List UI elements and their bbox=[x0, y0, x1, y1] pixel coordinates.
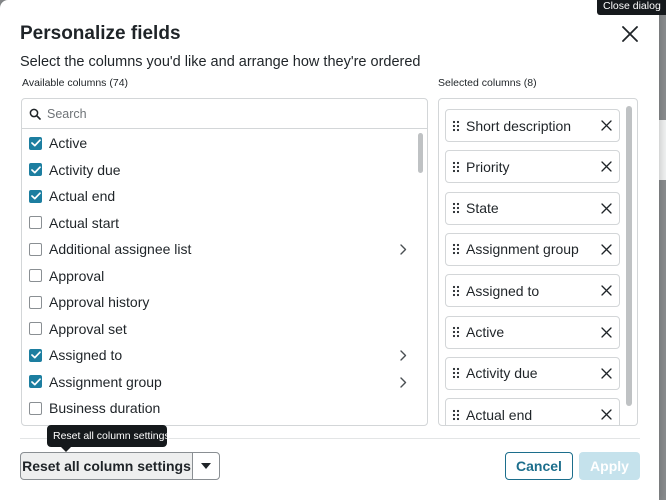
available-column-label: Approval history bbox=[49, 294, 150, 311]
dialog-title: Personalize fields bbox=[20, 23, 181, 44]
selected-column-chip[interactable]: Active bbox=[445, 315, 620, 349]
close-icon bbox=[622, 26, 638, 42]
remove-icon[interactable] bbox=[601, 326, 612, 338]
available-columns-label: Available columns (74) bbox=[22, 77, 129, 89]
reset-options-dropdown-button[interactable] bbox=[192, 452, 220, 480]
search-input[interactable] bbox=[47, 104, 407, 124]
selected-column-chip[interactable]: Assignment group bbox=[445, 232, 620, 266]
drag-handle-icon[interactable] bbox=[452, 120, 460, 132]
available-column-label: Actual end bbox=[49, 188, 116, 205]
selected-column-label: Assigned to bbox=[466, 282, 540, 299]
available-scrollbar[interactable] bbox=[417, 130, 425, 425]
selected-column-chip[interactable]: Activity due bbox=[445, 356, 620, 390]
selected-column-chip[interactable]: State bbox=[445, 191, 620, 225]
selected-column-label: Assignment group bbox=[466, 241, 579, 258]
selected-column-label: Active bbox=[466, 324, 505, 340]
drag-handle-icon[interactable] bbox=[452, 202, 460, 214]
available-column-label: Approval bbox=[49, 267, 105, 284]
chevron-right-icon[interactable] bbox=[398, 244, 408, 255]
checkbox-unchecked[interactable] bbox=[29, 216, 42, 230]
available-column-item[interactable]: Additional assignee list bbox=[22, 236, 414, 263]
available-column-item[interactable]: Approval bbox=[22, 263, 414, 290]
selected-column-label: Short description bbox=[466, 117, 572, 134]
available-column-item[interactable]: Active bbox=[22, 130, 414, 157]
reset-all-column-settings-button[interactable]: Reset all column settings bbox=[20, 452, 193, 480]
available-column-item[interactable]: Business duration bbox=[22, 395, 414, 422]
checkbox-unchecked[interactable] bbox=[29, 322, 42, 336]
remove-icon[interactable] bbox=[601, 202, 612, 214]
checkbox-unchecked[interactable] bbox=[29, 242, 42, 256]
drag-handle-icon[interactable] bbox=[452, 243, 460, 255]
selected-columns-label: Selected columns (8) bbox=[438, 77, 537, 89]
remove-icon[interactable] bbox=[601, 285, 612, 296]
remove-icon[interactable] bbox=[601, 409, 612, 420]
cancel-button[interactable]: Cancel bbox=[505, 452, 573, 480]
available-scrollbar-thumb[interactable] bbox=[418, 133, 423, 173]
available-column-item[interactable]: Activity due bbox=[22, 157, 414, 184]
chevron-right-icon[interactable] bbox=[398, 376, 408, 388]
selected-scrollbar[interactable] bbox=[625, 105, 633, 420]
available-column-label: Business duration bbox=[49, 400, 161, 417]
selected-column-chip[interactable]: Assigned to bbox=[445, 274, 620, 308]
remove-icon[interactable] bbox=[601, 368, 612, 379]
available-columns-panel: Active Activity due Actual end Actual start… bbox=[21, 98, 428, 426]
drag-handle-icon[interactable] bbox=[452, 161, 460, 173]
selected-scrollbar-thumb[interactable] bbox=[626, 106, 632, 406]
drag-handle-icon[interactable] bbox=[452, 367, 460, 379]
checkbox-checked[interactable] bbox=[29, 163, 42, 177]
available-columns-list: Active Activity due Actual end Actual start… bbox=[22, 130, 414, 422]
personalize-fields-dialog: Personalize fields Select the columns yo… bbox=[0, 0, 659, 500]
selected-column-label: Priority bbox=[466, 158, 510, 175]
available-column-label: Approval set bbox=[49, 320, 127, 337]
available-column-item[interactable]: Assignment group bbox=[22, 369, 414, 396]
available-column-item[interactable]: Approval history bbox=[22, 289, 414, 316]
selected-column-chip[interactable]: Actual end bbox=[445, 398, 620, 425]
drag-handle-icon[interactable] bbox=[452, 285, 460, 297]
available-column-item[interactable]: Actual end bbox=[22, 183, 414, 210]
available-column-item[interactable]: Actual start bbox=[22, 210, 414, 237]
available-column-label: Actual start bbox=[49, 214, 120, 231]
checkmark-icon bbox=[30, 351, 41, 359]
available-column-item[interactable]: Approval set bbox=[22, 316, 414, 343]
search-icon bbox=[29, 108, 41, 120]
available-column-item[interactable]: Assigned to bbox=[22, 342, 414, 369]
selected-column-label: Activity due bbox=[466, 365, 538, 382]
checkbox-checked[interactable] bbox=[29, 348, 42, 362]
checkbox-unchecked[interactable] bbox=[29, 295, 42, 309]
selected-column-label: State bbox=[466, 200, 499, 217]
available-column-label: Assigned to bbox=[49, 347, 123, 364]
selected-column-chip[interactable]: Short description bbox=[445, 109, 620, 142]
selected-column-chip[interactable]: Priority bbox=[445, 150, 620, 184]
drag-handle-icon[interactable] bbox=[452, 326, 460, 338]
chevron-right-icon[interactable] bbox=[398, 350, 408, 361]
apply-button[interactable]: Apply bbox=[579, 452, 640, 480]
selected-columns-panel: Short description Priority State Assignment… bbox=[438, 98, 638, 426]
checkbox-unchecked[interactable] bbox=[29, 401, 42, 415]
reset-tooltip: Reset all column settings bbox=[47, 425, 170, 452]
checkmark-icon bbox=[30, 139, 41, 147]
selected-column-label: Actual end bbox=[466, 406, 533, 423]
caret-down-icon bbox=[201, 463, 211, 469]
search-box bbox=[22, 99, 427, 129]
checkmark-icon bbox=[30, 166, 41, 174]
available-column-label: Assignment group bbox=[49, 373, 162, 390]
remove-icon[interactable] bbox=[601, 120, 612, 131]
remove-icon[interactable] bbox=[601, 161, 612, 172]
close-dialog-tooltip: Close dialog bbox=[597, 0, 666, 15]
checkbox-checked[interactable] bbox=[29, 136, 42, 150]
checkbox-unchecked[interactable] bbox=[29, 269, 42, 283]
checkmark-icon bbox=[30, 192, 41, 200]
drag-handle-icon[interactable] bbox=[452, 409, 460, 421]
dialog-subtitle: Select the columns you'd like and arrang… bbox=[20, 54, 421, 70]
close-dialog-button[interactable] bbox=[618, 22, 642, 46]
checkbox-checked[interactable] bbox=[29, 375, 42, 389]
available-column-label: Active bbox=[49, 135, 88, 152]
checkbox-checked[interactable] bbox=[29, 189, 42, 203]
available-column-label: Additional assignee list bbox=[49, 241, 192, 258]
checkmark-icon bbox=[30, 378, 41, 386]
available-column-label: Activity due bbox=[49, 161, 121, 178]
remove-icon[interactable] bbox=[601, 244, 612, 255]
